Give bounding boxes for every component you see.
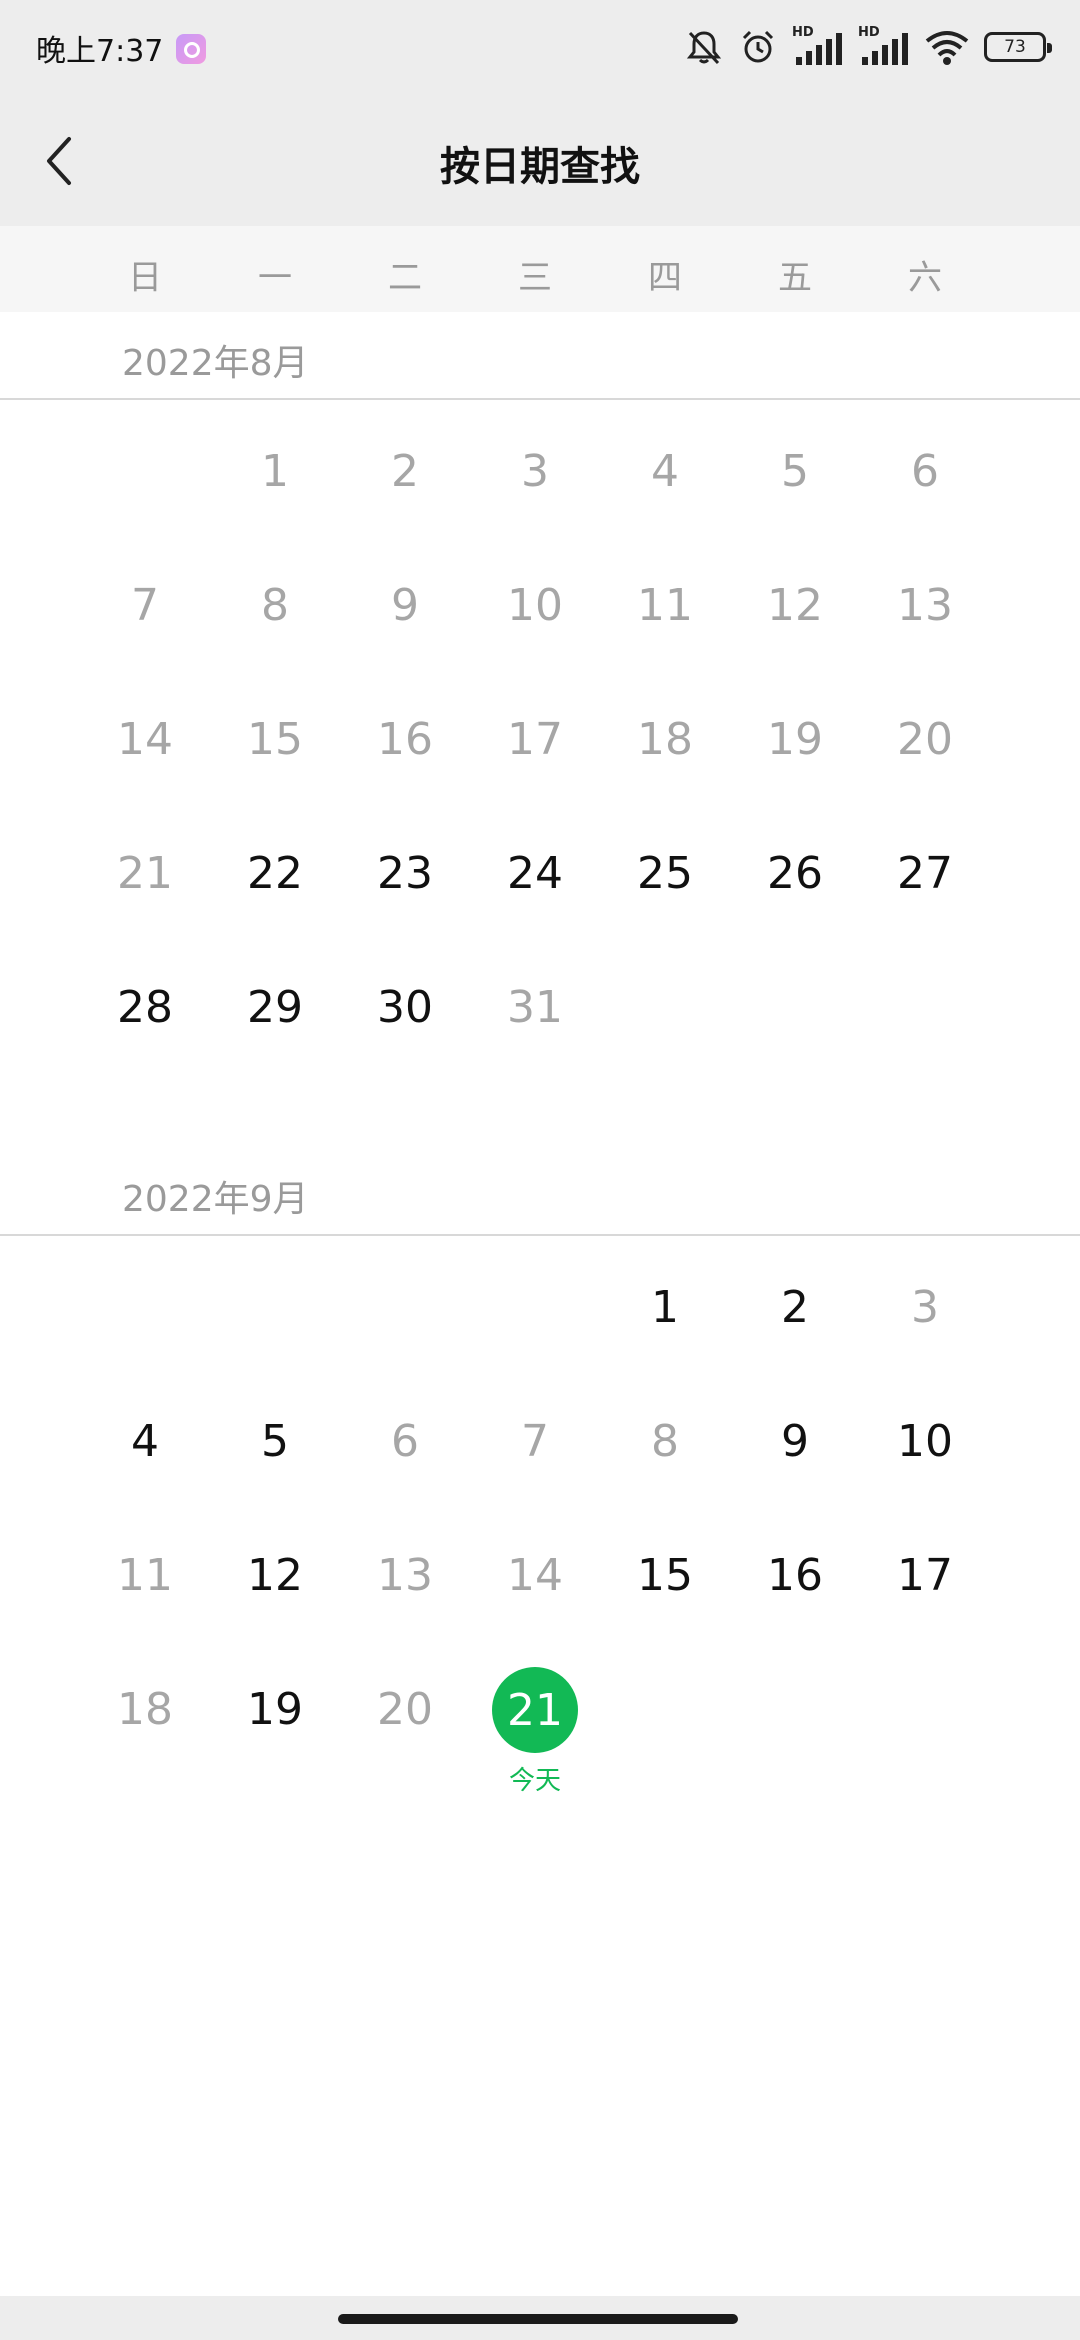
calendar-day[interactable]: 26 [730,834,860,914]
calendar-day[interactable]: 19 [210,1670,340,1750]
calendar-day: 14 [117,714,173,765]
calendar-day: 11 [637,580,693,631]
calendar-day[interactable]: 5 [210,1402,340,1482]
calendar-day[interactable]: 25 [600,834,730,914]
calendar-day: 19 [767,714,823,765]
calendar-day[interactable]: 23 [340,834,470,914]
signal-icon [862,33,908,65]
calendar-day: 3 [521,446,549,497]
weekday-label: 四 [648,258,682,298]
calendar-day[interactable]: 4 [80,1402,210,1482]
page-title: 按日期查找 [440,144,640,190]
calendar-day[interactable]: 29 [210,968,340,1048]
calendar-day[interactable]: 16 [730,1536,860,1616]
calendar-day: 9 [391,580,419,631]
calendar-day: 6 [911,446,939,497]
calendar-day: 14 [507,1550,563,1601]
title-bar: 按日期查找 [0,96,1080,226]
battery-icon: 73 [984,32,1052,62]
calendar-day[interactable]: 1 [600,1268,730,1348]
home-indicator[interactable] [338,2314,738,2324]
weekday-label: 二 [388,258,422,298]
signal-2: HD [858,25,910,69]
calendar-day: 13 [377,1550,433,1601]
status-icons: HD HD 73 [684,22,1052,72]
weekday-label: 三 [518,258,552,298]
alarm-icon [742,30,774,63]
calendar-day: 10 [507,580,563,631]
month-title: 2022年8月 [122,343,309,384]
weekday-header: 日一二三四五六 [0,226,1080,313]
calendar-day[interactable]: 17 [860,1536,990,1616]
calendar-day: 13 [897,580,953,631]
status-bar: 晚上7:37 HD HD 73 [0,0,1080,96]
calendar-day: 20 [897,714,953,765]
month-header: 2022年8月 [0,312,1080,400]
calendar-day: 15 [247,714,303,765]
calendar-day: 16 [377,714,433,765]
signal-1: HD [792,25,844,69]
calendar-day: 21 [117,848,173,899]
calendar-day: 1 [261,446,289,497]
weekday-label: 一 [258,258,292,298]
signal-icon [796,33,842,65]
calendar-day[interactable]: 12 [210,1536,340,1616]
app-notification-icon [176,34,206,64]
calendar-day[interactable]: 24 [470,834,600,914]
calendar-day[interactable]: 9 [730,1402,860,1482]
calendar-day: 7 [131,580,159,631]
calendar-day[interactable]: 22 [210,834,340,914]
weekday-label: 日 [128,258,162,298]
calendar-day[interactable]: 15 [600,1536,730,1616]
calendar-day[interactable]: 30 [340,968,470,1048]
calendar-day[interactable]: 27 [860,834,990,914]
today-label: 今天 [508,1766,561,1796]
month-title: 2022年9月 [122,1179,309,1220]
battery-level: 73 [1004,37,1026,57]
calendar-day: 4 [651,446,679,497]
calendar-day: 12 [767,580,823,631]
calendar-day: 6 [391,1416,419,1467]
calendar-day: 2 [391,446,419,497]
today-date[interactable]: 21 [492,1667,578,1753]
weekday-label: 五 [778,258,812,298]
calendar-day: 8 [261,580,289,631]
calendar-day: 18 [637,714,693,765]
calendar-day: 17 [507,714,563,765]
calendar-day: 5 [781,446,809,497]
weekday-label: 六 [908,258,942,298]
calendar-day: 31 [507,982,563,1033]
mute-bell-icon [686,31,722,65]
calendar-day: 3 [911,1282,939,1333]
calendar-day[interactable]: 2 [730,1268,860,1348]
month-header: 2022年9月 [0,1148,1080,1236]
calendar-day: 20 [377,1684,433,1735]
calendar-day[interactable]: 28 [80,968,210,1048]
calendar-day: 7 [521,1416,549,1467]
wifi-icon [925,31,969,65]
navigation-bar [0,2296,1080,2340]
status-time: 晚上7:37 [36,34,164,69]
calendar-day: 8 [651,1416,679,1467]
calendar-day[interactable]: 10 [860,1402,990,1482]
calendar-day: 11 [117,1550,173,1601]
calendar-day: 18 [117,1684,173,1735]
